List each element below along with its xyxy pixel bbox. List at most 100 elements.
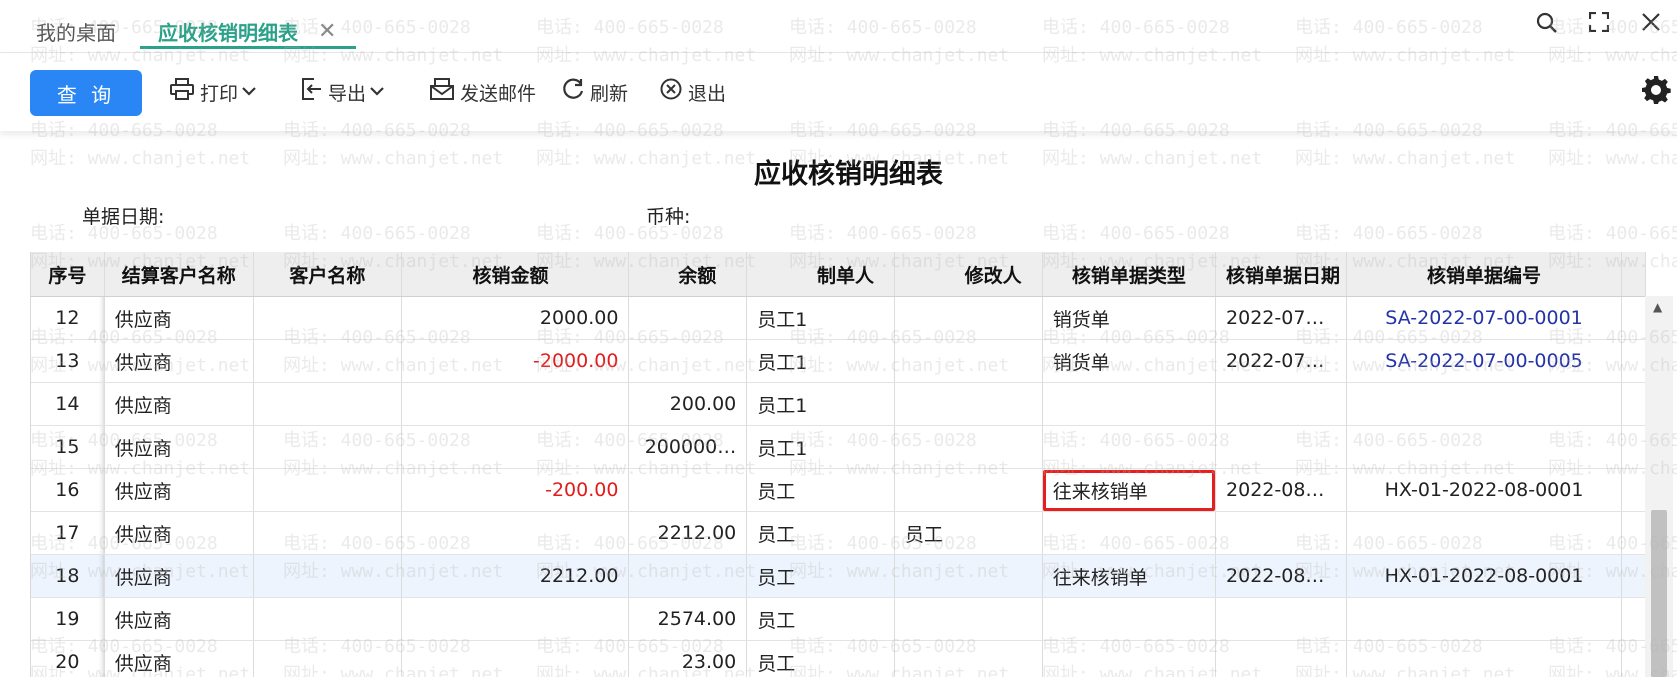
scrollbar-thumb[interactable] <box>1651 510 1667 677</box>
creator-cell: 员工 <box>746 554 895 598</box>
creator-cell: 员工1 <box>746 382 895 426</box>
writeoff-code-cell <box>1346 511 1623 555</box>
modifier-cell <box>894 425 1043 469</box>
table-row[interactable]: 15 供应商 200000… 员工1 <box>31 425 1646 469</box>
writeoff-type-cell <box>1042 382 1217 426</box>
print-button[interactable]: 打印 <box>170 75 256 109</box>
writeoff-type-cell: 销货单 <box>1042 296 1217 340</box>
settle-customer-cell: 供应商 <box>104 382 254 426</box>
col-header[interactable]: 客户名称 <box>253 252 402 297</box>
writeoff-amount-cell <box>401 597 630 641</box>
row-number-cell: 13 <box>31 339 105 383</box>
row-number-cell: 18 <box>31 554 105 598</box>
modifier-cell <box>894 640 1043 677</box>
col-header[interactable]: 制单人 <box>746 252 895 297</box>
refresh-icon <box>562 78 584 106</box>
writeoff-date-cell <box>1215 640 1348 677</box>
row-number-cell: 17 <box>31 511 105 555</box>
writeoff-date-cell <box>1215 511 1348 555</box>
watermark-phone: 电话: 400-665-0028 <box>1042 223 1230 244</box>
table-row[interactable]: 12 供应商 2000.00 员工1 销货单 2022-07… SA-2022-07-00-… <box>31 296 1646 340</box>
row-overflow-cell <box>1621 425 1646 469</box>
watermark-phone: 电话: 400-665-0028 <box>789 223 977 244</box>
writeoff-date-cell <box>1215 382 1348 426</box>
export-button[interactable]: 导出 <box>300 75 384 109</box>
col-header[interactable]: 核销单据编号 <box>1346 252 1623 297</box>
query-button[interactable]: 查 询 <box>30 70 142 116</box>
table-row[interactable]: 13 供应商 -2000.00 员工1 销货单 2022-07… SA-2022-07-00… <box>31 339 1646 383</box>
table-row[interactable]: 20 供应商 23.00 员工 <box>31 640 1646 677</box>
writeoff-amount-cell: 2000.00 <box>401 296 630 340</box>
modifier-cell <box>894 468 1043 512</box>
modifier-cell <box>894 554 1043 598</box>
tab-bar: 我的桌面 应收核销明细表 ✕ <box>0 0 1677 53</box>
balance-cell: 200.00 <box>628 382 748 426</box>
filter-date-label: 单据日期: <box>82 206 165 228</box>
col-header[interactable]: 核销单据类型 <box>1042 252 1217 297</box>
writeoff-amount-cell: -200.00 <box>401 468 630 512</box>
col-header[interactable]: 序号 <box>31 252 105 297</box>
row-overflow-cell <box>1621 468 1646 512</box>
filter-currency-label: 币种: <box>646 206 691 228</box>
report-title: 应收核销明细表 <box>754 159 943 190</box>
creator-cell: 员工 <box>746 468 895 512</box>
writeoff-type-cell: 往来核销单 <box>1042 468 1217 512</box>
row-number-cell: 20 <box>31 640 105 677</box>
writeoff-code-cell[interactable]: SA-2022-07-00-0005 <box>1346 339 1623 383</box>
row-number-cell: 19 <box>31 597 105 641</box>
settle-customer-cell: 供应商 <box>104 597 254 641</box>
fullscreen-icon[interactable] <box>1587 11 1611 40</box>
balance-cell: 200000… <box>628 425 748 469</box>
vertical-scrollbar[interactable]: ▲ <box>1645 296 1673 677</box>
balance-cell <box>628 554 748 598</box>
col-header[interactable]: 结算客户名称 <box>104 252 254 297</box>
writeoff-type-cell <box>1042 640 1217 677</box>
row-overflow-cell <box>1621 554 1646 598</box>
exit-button[interactable]: 退出 <box>660 75 726 109</box>
col-header[interactable]: 核销金额 <box>401 252 630 297</box>
close-icon[interactable] <box>1639 12 1663 40</box>
tab-desktop[interactable]: 我的桌面 <box>36 14 116 48</box>
writeoff-code-cell[interactable]: SA-2022-07-00-0001 <box>1346 296 1623 340</box>
row-number-cell: 15 <box>31 425 105 469</box>
table-row[interactable]: 18 供应商 2212.00 员工 往来核销单 2022-08… HX-01-2022-08… <box>31 554 1646 598</box>
table-row[interactable]: 14 供应商 200.00 员工1 <box>31 382 1646 426</box>
balance-cell: 23.00 <box>628 640 748 677</box>
search-icon[interactable] <box>1535 12 1559 40</box>
toolbar: 查 询 打印 导出 发送邮件 刷新 退出 <box>0 53 1677 131</box>
refresh-button[interactable]: 刷新 <box>562 75 628 109</box>
settle-customer-cell: 供应商 <box>104 554 254 598</box>
balance-cell: 2212.00 <box>628 511 748 555</box>
writeoff-type-cell <box>1042 425 1217 469</box>
writeoff-code-cell <box>1346 597 1623 641</box>
row-number-cell: 12 <box>31 296 105 340</box>
settle-customer-cell: 供应商 <box>104 511 254 555</box>
balance-cell <box>628 339 748 383</box>
col-header[interactable]: 余额 <box>628 252 748 297</box>
settle-customer-cell: 供应商 <box>104 425 254 469</box>
mail-icon <box>430 78 454 106</box>
table-row[interactable]: 17 供应商 2212.00 员工 员工 <box>31 511 1646 555</box>
table-row[interactable]: 16 供应商 -200.00 员工 往来核销单 2022-08… HX-01-2022-08… <box>31 468 1646 512</box>
table-header-row: 序号 结算客户名称 客户名称 核销金额 余额 制单人 修改人 核销单据类型 核销… <box>31 252 1646 297</box>
row-overflow-cell <box>1621 511 1646 555</box>
col-header[interactable]: 核销单据日期 <box>1215 252 1348 297</box>
settle-customer-cell: 供应商 <box>104 468 254 512</box>
tab-receivable-writeoff[interactable]: 应收核销明细表 ✕ <box>140 14 352 48</box>
scroll-up-arrow-icon[interactable]: ▲ <box>1653 300 1662 314</box>
creator-cell: 员工1 <box>746 339 895 383</box>
writeoff-date-cell <box>1215 597 1348 641</box>
gear-icon[interactable] <box>1641 75 1671 113</box>
row-number-cell: 16 <box>31 468 105 512</box>
customer-name-cell <box>253 382 402 426</box>
tab-close-icon[interactable]: ✕ <box>318 19 336 44</box>
col-header-overflow <box>1621 252 1646 297</box>
customer-name-cell <box>253 597 402 641</box>
customer-name-cell <box>253 468 402 512</box>
table-row[interactable]: 19 供应商 2574.00 员工 <box>31 597 1646 641</box>
creator-cell: 员工1 <box>746 296 895 340</box>
send-email-button[interactable]: 发送邮件 <box>430 75 536 109</box>
writeoff-type-cell <box>1042 511 1217 555</box>
settle-customer-cell: 供应商 <box>104 339 254 383</box>
col-header[interactable]: 修改人 <box>894 252 1043 297</box>
